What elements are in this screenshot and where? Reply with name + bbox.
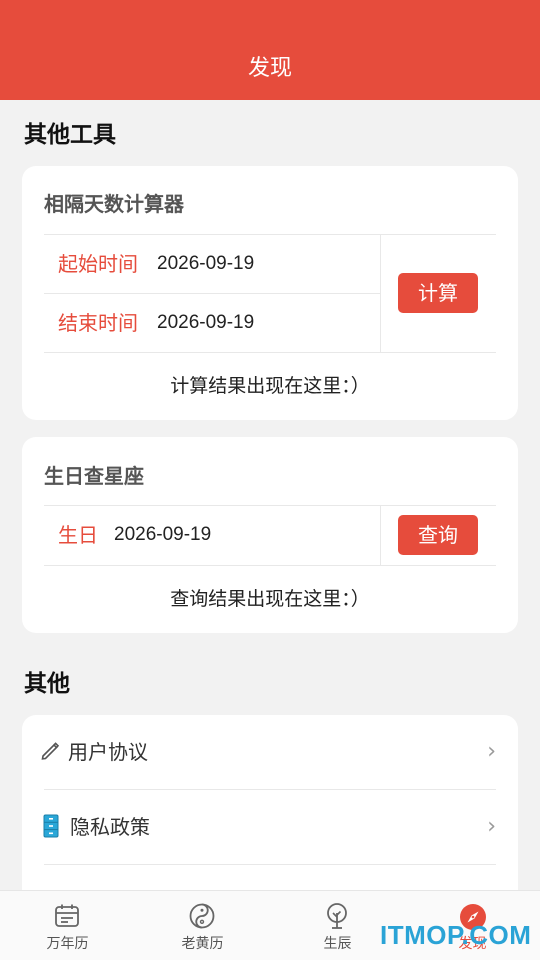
top-app-bar: 发现 <box>0 0 540 100</box>
tree-icon <box>324 903 350 929</box>
cabinet-icon <box>40 814 64 840</box>
chevron-right-icon: › <box>487 739 496 764</box>
tools-section-title: 其他工具 <box>24 122 116 148</box>
zodiac-lookup-card: 生日查星座 生日 2026-09-19 查询 查询结果出现在这里：） <box>22 437 518 633</box>
zodiac-lookup-title: 生日查星座 <box>44 464 144 488</box>
birthday-label: 生日 <box>58 523 98 547</box>
tab-calendar[interactable]: 万年历 <box>0 891 135 960</box>
days-result-text: 计算结果出现在这里：） <box>170 375 370 397</box>
list-item-privacy-policy[interactable]: 隐私政策 › <box>22 790 518 864</box>
watermark-logo: ITMOP.COM <box>380 920 532 950</box>
divider <box>380 234 381 352</box>
divider <box>44 864 496 865</box>
yin-yang-icon <box>189 903 215 929</box>
days-calculator-card: 相隔天数计算器 起始时间 2026-09-19 结束时间 2026-09-19 … <box>22 166 518 420</box>
tab-almanac[interactable]: 老黄历 <box>135 891 270 960</box>
divider <box>44 352 496 353</box>
page-title: 发现 <box>247 56 292 81</box>
divider <box>44 293 380 294</box>
days-calculator-title: 相隔天数计算器 <box>44 192 184 216</box>
zodiac-result-text: 查询结果出现在这里：） <box>170 588 370 610</box>
list-item-label: 隐私政策 <box>70 815 150 839</box>
end-time-picker[interactable]: 2026-09-19 <box>157 309 254 337</box>
list-item-label: 用户协议 <box>68 740 148 764</box>
start-time-label: 起始时间 <box>58 252 138 276</box>
divider <box>44 234 496 235</box>
chevron-right-icon: › <box>487 814 496 839</box>
birthday-picker[interactable]: 2026-09-19 <box>114 521 211 549</box>
calendar-icon <box>54 903 80 929</box>
pencil-icon <box>40 739 64 765</box>
list-item-user-agreement[interactable]: 用户协议 › <box>22 715 518 789</box>
divider <box>44 505 496 506</box>
query-button[interactable]: 查询 <box>398 515 478 555</box>
divider <box>380 505 381 565</box>
calculate-button[interactable]: 计算 <box>398 273 478 313</box>
tab-label: 老黄历 <box>181 936 224 952</box>
divider <box>44 565 496 566</box>
start-time-picker[interactable]: 2026-09-19 <box>157 250 254 278</box>
end-time-label: 结束时间 <box>58 311 138 335</box>
other-section-title: 其他 <box>24 671 70 697</box>
tab-label: 万年历 <box>46 936 89 952</box>
